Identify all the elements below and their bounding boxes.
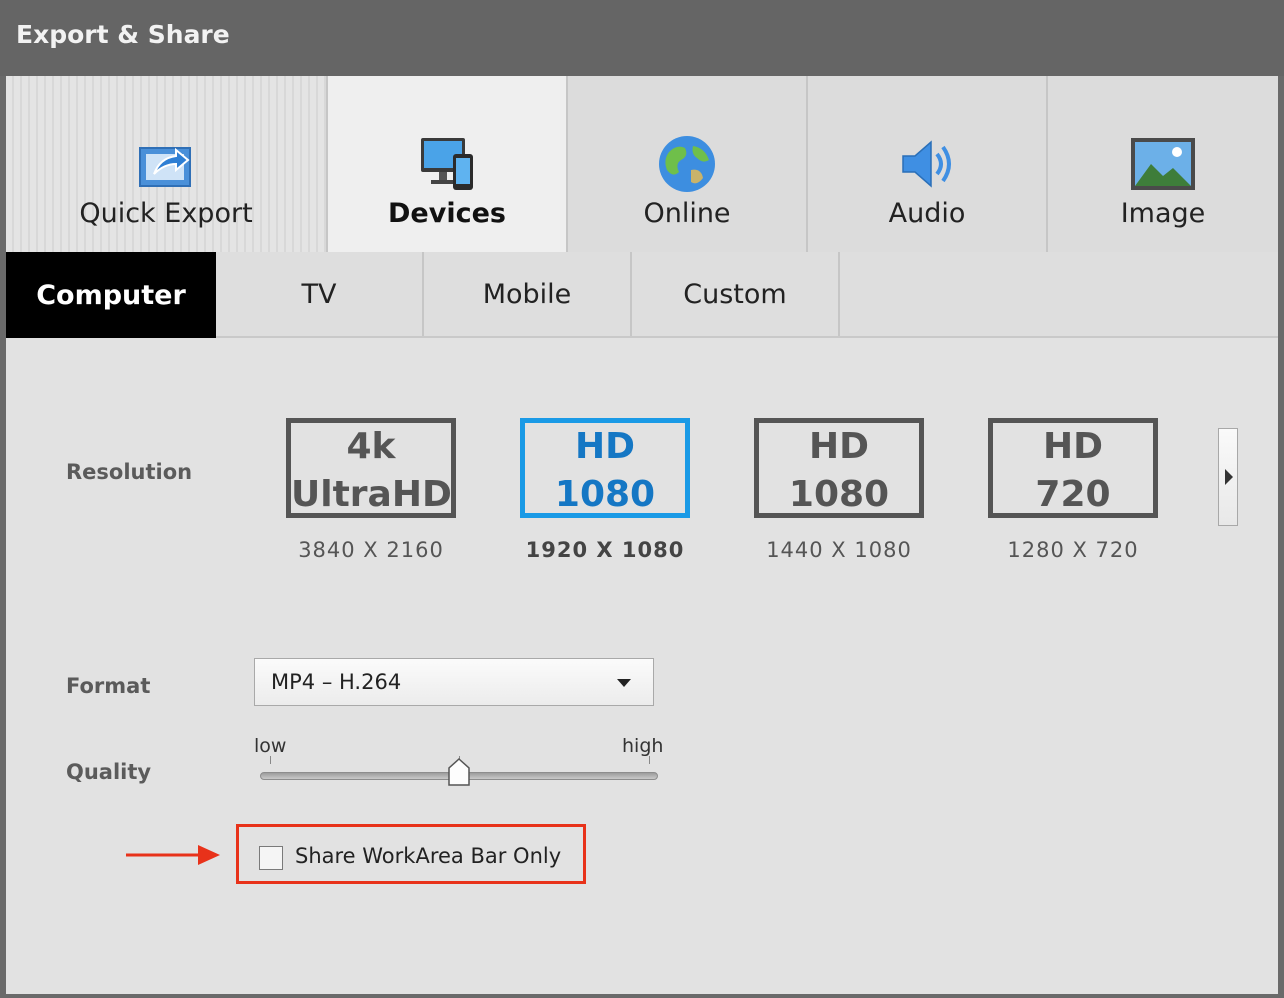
resolution-dimensions: 1440 X 1080: [766, 538, 912, 562]
quality-label: Quality: [66, 760, 152, 784]
tab-devices[interactable]: Devices: [328, 76, 568, 252]
chevron-down-icon: [617, 679, 631, 687]
resolution-option-line2: UltraHD: [291, 474, 452, 515]
format-label: Format: [66, 674, 151, 698]
tab-label: Quick Export: [79, 198, 253, 229]
tab-online[interactable]: Online: [568, 76, 808, 252]
subtab-custom[interactable]: Custom: [632, 252, 840, 336]
slider-tick: [270, 756, 271, 764]
resolution-dimensions: 1920 X 1080: [525, 538, 685, 562]
devices-icon: [421, 138, 473, 190]
resolution-label: Resolution: [66, 460, 193, 484]
share-workarea-option[interactable]: Share WorkArea Bar Only: [236, 824, 586, 884]
chevron-right-icon: [1225, 469, 1233, 485]
resolution-dimensions: 1280 X 720: [1007, 538, 1139, 562]
slider-thumb[interactable]: [448, 758, 470, 786]
resolution-option-line2: 720: [1035, 474, 1111, 515]
resolution-dimensions: 3840 X 2160: [298, 538, 444, 562]
resolution-option-line1: HD: [574, 426, 635, 467]
tab-label: Online: [643, 198, 731, 229]
quality-high-label: high: [622, 735, 664, 757]
window-title: Export & Share: [16, 20, 230, 49]
scroll-right-button[interactable]: [1218, 428, 1238, 526]
quality-low-label: low: [254, 735, 287, 757]
subtab-tv[interactable]: TV: [216, 252, 424, 336]
quality-slider[interactable]: [260, 756, 658, 786]
resolution-option-1440x1080[interactable]: HD 1080: [754, 418, 924, 518]
globe-icon: [659, 136, 715, 192]
tab-quick-export[interactable]: Quick Export: [6, 76, 328, 252]
picture-icon: [1131, 138, 1195, 190]
tab-audio[interactable]: Audio: [808, 76, 1048, 252]
share-workarea-checkbox[interactable]: [259, 846, 283, 870]
speaker-icon: [902, 140, 951, 188]
subtab-computer[interactable]: Computer: [6, 252, 216, 338]
tab-label: Audio: [888, 198, 966, 229]
sub-tabs: Computer TV Mobile Custom: [6, 252, 1278, 338]
resolution-option-720[interactable]: HD 720: [988, 418, 1158, 518]
format-dropdown[interactable]: MP4 – H.264: [254, 658, 654, 706]
resolution-option-line1: 4k: [346, 426, 396, 467]
subtab-mobile[interactable]: Mobile: [424, 252, 632, 336]
resolution-option-line1: HD: [808, 426, 869, 467]
export-share-dialog: Quick Export Devices Online Audio Image …: [6, 76, 1278, 994]
title-bar: Export & Share: [0, 0, 1284, 76]
format-value: MP4 – H.264: [271, 670, 402, 694]
tab-image[interactable]: Image: [1048, 76, 1278, 252]
resolution-option-1920x1080[interactable]: HD 1080: [520, 418, 690, 518]
main-tabs: Quick Export Devices Online Audio Image: [6, 76, 1278, 252]
annotation-arrow-icon: [126, 845, 220, 865]
share-workarea-label: Share WorkArea Bar Only: [295, 844, 562, 868]
slider-tick: [649, 756, 650, 764]
resolution-option-line2: 1080: [554, 474, 656, 515]
tab-label: Devices: [388, 198, 506, 229]
resolution-option-line1: HD: [1042, 426, 1103, 467]
tab-label: Image: [1120, 198, 1206, 229]
resolution-option-line2: 1080: [788, 474, 890, 515]
quick-export-icon: [139, 147, 191, 187]
resolution-option-4k[interactable]: 4k UltraHD: [286, 418, 456, 518]
